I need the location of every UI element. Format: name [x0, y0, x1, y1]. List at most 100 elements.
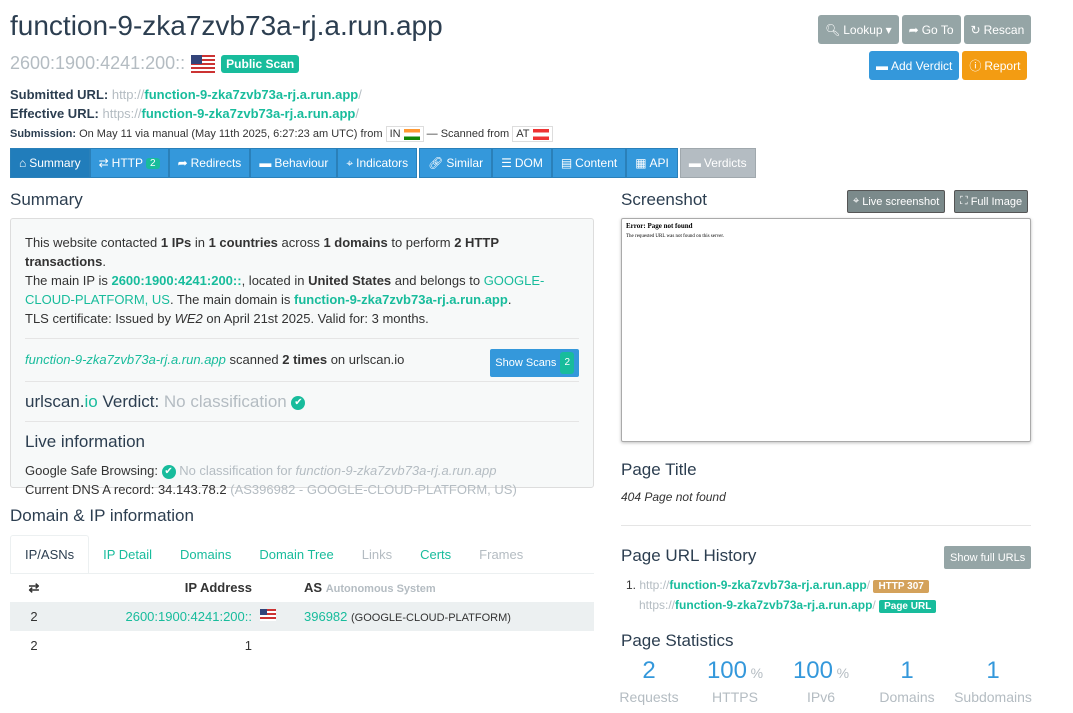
- summary-text: This website contacted 1 IPs in 1 countr…: [25, 235, 545, 326]
- us-flag-icon: [191, 54, 216, 73]
- domain-ip-heading: Domain & IP information: [10, 506, 194, 525]
- url-history-list: 1. http://function-9-zka7zvb73a-rj.a.run…: [626, 576, 937, 616]
- expand-icon: ⛶: [960, 195, 968, 207]
- page-title-value: 404 Page not found: [621, 490, 726, 504]
- file-icon: ▤: [560, 156, 573, 170]
- scanned-domain-link[interactable]: function-9-zka7zvb73a-rj.a.run.app: [25, 352, 226, 367]
- search-icon: 🔍︎: [825, 22, 841, 37]
- tab-domains[interactable]: Domains: [166, 535, 245, 573]
- report-button[interactable]: ⓘ Report: [962, 51, 1028, 80]
- add-verdict-button[interactable]: ▬ Add Verdict: [869, 51, 960, 80]
- screenshot-image[interactable]: Error: Page not found The requested URL …: [621, 218, 1031, 442]
- live-screenshot-button[interactable]: ⌖ Live screenshot: [847, 190, 946, 213]
- summary-heading: Summary: [10, 190, 83, 209]
- check-circle-icon: ✔: [291, 395, 306, 410]
- public-scan-badge: Public Scan: [221, 54, 300, 73]
- stat-requests: 2 Requests: [619, 657, 679, 705]
- tab-links[interactable]: Links: [348, 535, 406, 573]
- crosshair-icon: ⌖: [853, 195, 860, 207]
- tab-domain-tree[interactable]: Domain Tree: [245, 535, 347, 573]
- from-country: IN: [385, 126, 424, 142]
- caret-down-icon: ▾: [885, 22, 892, 37]
- table-total-row: 2 1: [30, 638, 252, 653]
- tab-certs[interactable]: Certs: [406, 535, 465, 573]
- tab-behaviour[interactable]: ▬ Behaviour: [250, 148, 338, 178]
- comment-icon: ▬: [688, 156, 701, 170]
- list-item: 1. http://function-9-zka7zvb73a-rj.a.run…: [626, 576, 936, 596]
- ip-link[interactable]: 2600:1900:4241:200::: [125, 609, 252, 624]
- lookup-button[interactable]: 🔍︎ Lookup ▾: [818, 15, 899, 44]
- list-item: https://function-9-zka7zvb73a-rj.a.run.a…: [626, 596, 937, 616]
- share-arrow-icon: ➦: [908, 22, 919, 37]
- home-icon: ⌂: [19, 156, 27, 170]
- table-row: 2 2600:1900:4241:200:: 396982 (GOOGLE-CL…: [10, 602, 594, 631]
- austria-flag-icon: [532, 128, 549, 140]
- tab-similar[interactable]: 🔗︎ Similar: [419, 148, 493, 178]
- main-ip: 2600:1900:4241:200::: [10, 53, 186, 73]
- exchange-icon: ⇄: [28, 579, 40, 595]
- tab-redirects[interactable]: ➦ Redirects: [168, 148, 251, 178]
- url-history-heading: Page URL History: [621, 546, 757, 565]
- refresh-icon: ↻: [970, 22, 981, 37]
- tab-dom[interactable]: ☰ DOM: [492, 148, 552, 178]
- main-tabs: ⌂ Summary ⇄ HTTP 2 ➦ Redirects ▬ Behaviour ⌖ I…: [10, 148, 756, 178]
- stat-subdomains: 1 Subdomains: [954, 657, 1032, 705]
- goto-button[interactable]: ➦ Go To: [901, 15, 961, 44]
- history-url-link[interactable]: function-9-zka7zvb73a-rj.a.run.app: [675, 598, 872, 612]
- page-stats-heading: Page Statistics: [621, 631, 734, 650]
- submitted-url: Submitted URL: http://function-9-zka7zvb…: [10, 87, 362, 102]
- share-arrow-icon: ➦: [177, 156, 188, 170]
- main-ip-line: 2600:1900:4241:200:: Public Scan: [10, 53, 300, 74]
- divider: [621, 525, 1031, 526]
- domain-ip-tabs: IP/ASNs IP Detail Domains Domain Tree Li…: [10, 535, 594, 574]
- rescan-button[interactable]: ↻ Rescan: [963, 15, 1032, 44]
- link-icon: 🔗︎: [428, 156, 444, 170]
- tab-indicators[interactable]: ⌖ Indicators: [337, 148, 418, 178]
- qrcode-icon: ▦: [635, 156, 647, 170]
- tab-frames[interactable]: Frames: [465, 535, 537, 573]
- summary-panel: This website contacted 1 IPs in 1 countr…: [10, 218, 594, 497]
- check-circle-icon: ✔: [161, 464, 176, 479]
- col-ip-header: IP Address: [184, 580, 252, 595]
- comment-icon: ▬: [259, 156, 272, 170]
- tab-content[interactable]: ▤ Content: [551, 148, 627, 178]
- ip-table: ⇄ IP Address AS Autonomous System 2 2600…: [10, 573, 594, 660]
- exchange-icon: ⇄: [98, 156, 109, 170]
- scanned-country: AT: [512, 126, 553, 142]
- main-ip-link[interactable]: 2600:1900:4241:200::: [111, 273, 241, 288]
- submission-info: Submission: On May 11 via manual (May 11…: [10, 126, 553, 142]
- tab-verdicts[interactable]: ▬ Verdicts: [679, 148, 756, 178]
- http-count-badge: 2: [146, 157, 160, 169]
- stat-https: 100 % HTTPS: [706, 657, 764, 705]
- live-info-heading: Live information: [25, 432, 146, 451]
- screenshot-heading: Screenshot: [621, 190, 707, 209]
- show-scans-button[interactable]: Show Scans 2: [490, 349, 579, 377]
- urlscan-verdict: urlscan.io Verdict: No classification ✔: [25, 392, 579, 411]
- comment-icon: ▬: [876, 58, 888, 73]
- submitted-url-link[interactable]: function-9-zka7zvb73a-rj.a.run.app: [144, 87, 358, 102]
- tab-ip-detail[interactable]: IP Detail: [89, 535, 166, 573]
- page-title: function-9-zka7zvb73a-rj.a.run.app: [10, 10, 443, 41]
- tab-summary[interactable]: ⌂ Summary: [10, 148, 90, 178]
- page-url-badge: Page URL: [879, 600, 937, 613]
- stat-ipv6: 100 % IPv6: [792, 657, 850, 705]
- gsb-line: Google Safe Browsing: ✔ No classificatio…: [25, 463, 517, 497]
- india-flag-icon: [403, 128, 420, 140]
- effective-url: Effective URL: https://function-9-zka7zv…: [10, 106, 359, 121]
- effective-url-link[interactable]: function-9-zka7zvb73a-rj.a.run.app: [142, 106, 356, 121]
- tab-http[interactable]: ⇄ HTTP 2: [89, 148, 169, 178]
- asn-number-link[interactable]: 396982: [304, 609, 347, 624]
- crosshair-icon: ⌖: [346, 155, 354, 170]
- stat-domains: 1 Domains: [879, 657, 935, 705]
- main-domain-link[interactable]: function-9-zka7zvb73a-rj.a.run.app: [294, 292, 508, 307]
- page-title-heading: Page Title: [621, 460, 697, 479]
- show-full-urls-button[interactable]: Show full URLs: [944, 546, 1032, 569]
- us-flag-icon: [260, 609, 276, 621]
- tab-ip-asns[interactable]: IP/ASNs: [10, 535, 90, 573]
- list-icon: ☰: [501, 156, 512, 170]
- tab-api[interactable]: ▦ API: [626, 148, 678, 178]
- col-as-header: AS: [304, 580, 323, 595]
- history-url-link[interactable]: function-9-zka7zvb73a-rj.a.run.app: [669, 578, 866, 592]
- full-image-button[interactable]: ⛶ Full Image: [954, 190, 1029, 213]
- http-307-badge: HTTP 307: [873, 580, 929, 593]
